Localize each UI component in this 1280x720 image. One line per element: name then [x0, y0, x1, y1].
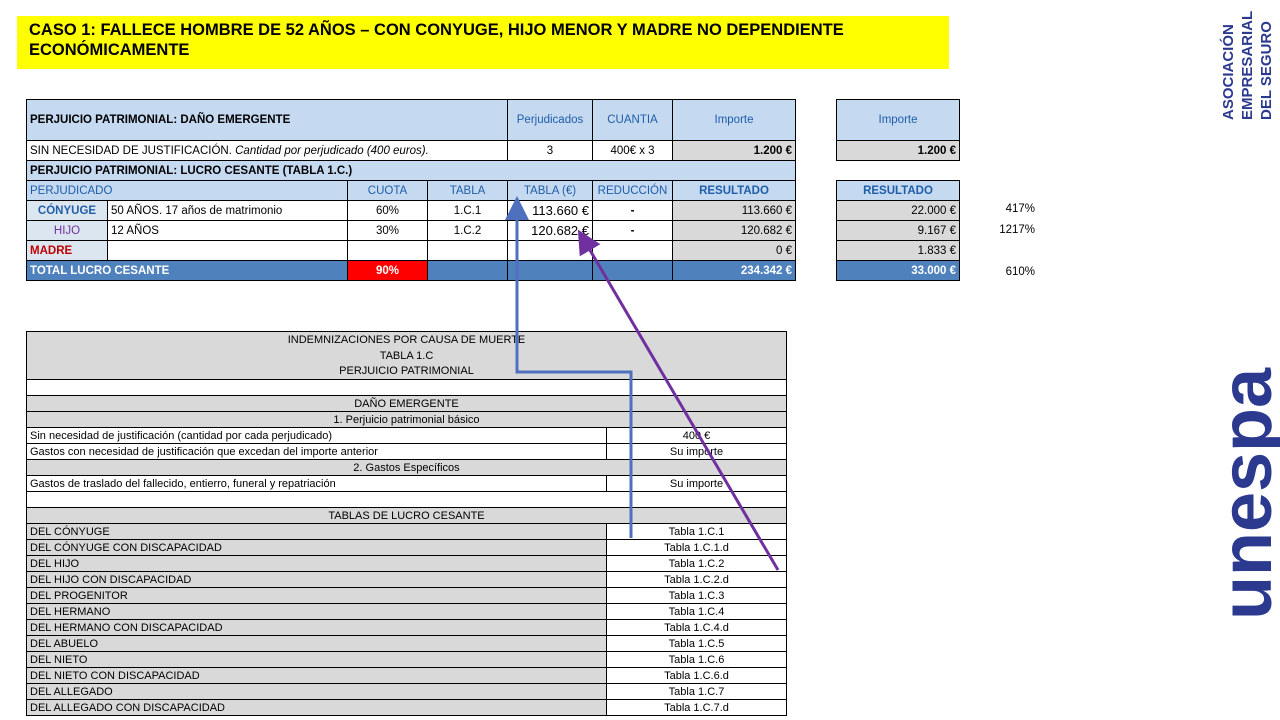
- ref-lucro-label-1: DEL CÓNYUGE CON DISCAPACIDAD: [26, 539, 607, 556]
- pct-hijo: 1217%: [999, 224, 1035, 236]
- conyuge-resultado2: 22.000 €: [836, 200, 960, 221]
- tabla-eur-col: TABLA (€): [507, 180, 593, 201]
- perjuicio-table: PERJUICIO PATRIMONIAL: DAÑO EMERGENTE Pe…: [26, 99, 960, 281]
- ref-lucro-value-6: Tabla 1.C.4.d: [606, 619, 787, 636]
- ref-lucro-value-3: Tabla 1.C.2.d: [606, 571, 787, 588]
- total-resultado2: 33.000 €: [836, 260, 960, 281]
- ref-lucro-label-7: DEL ABUELO: [26, 635, 607, 652]
- madre-cuota: [347, 240, 428, 261]
- hijo-tabla: 1.C.2: [427, 220, 508, 241]
- importe-header: Importe: [672, 99, 796, 141]
- conyuge-desc: 50 AÑOS. 17 años de matrimonio: [107, 200, 348, 221]
- cuantia-header: CUANTIA: [592, 99, 673, 141]
- ref-basico-label-0: Sin necesidad de justificación (cantidad…: [26, 427, 607, 444]
- total-cuota: 90%: [347, 260, 428, 281]
- ref-lucro-value-4: Tabla 1.C.3: [606, 587, 787, 604]
- ref-lucro-value-5: Tabla 1.C.4: [606, 603, 787, 620]
- conyuge-tabla-eur: 113.660 €: [507, 200, 593, 221]
- dano-row-label-italic: Cantidad por perjudicado (400 euros).: [235, 144, 429, 157]
- ref-especificos-value-0: Su importe: [606, 475, 787, 492]
- conyuge-reduccion: -: [592, 200, 673, 221]
- madre-resultado: 0 €: [672, 240, 796, 261]
- importe2-header: Importe: [836, 99, 960, 141]
- dano-cuantia-value: 400€ x 3: [592, 140, 673, 161]
- conyuge-resultado: 113.660 €: [672, 200, 796, 221]
- conyuge-cuota: 60%: [347, 200, 428, 221]
- page-title: CASO 1: FALLECE HOMBRE DE 52 AÑOS – CON …: [17, 16, 949, 69]
- ref-lucro-value-11: Tabla 1.C.7.d: [606, 699, 787, 716]
- logo-line2: EMPRESARIAL: [1239, 11, 1256, 120]
- ref-lucro-value-7: Tabla 1.C.5: [606, 635, 787, 652]
- hijo-resultado2: 9.167 €: [836, 220, 960, 241]
- ref-basico-value-1: Su importe: [606, 443, 787, 460]
- ref-lucro-label-5: DEL HERMANO: [26, 603, 607, 620]
- ref-lucro-label-10: DEL ALLEGADO: [26, 683, 607, 700]
- ref-lucro-value-10: Tabla 1.C.7: [606, 683, 787, 700]
- ref-dano-header: DAÑO EMERGENTE: [26, 395, 787, 412]
- dano-row-label-text: SIN NECESIDAD DE JUSTIFICACIÓN.: [30, 144, 232, 157]
- ref-lucro-value-1: Tabla 1.C.1.d: [606, 539, 787, 556]
- ref-lucro-value-2: Tabla 1.C.2: [606, 555, 787, 572]
- dano-header-cell: PERJUICIO PATRIMONIAL: DAÑO EMERGENTE: [26, 99, 508, 141]
- ref-lucro-label-2: DEL HIJO: [26, 555, 607, 572]
- tabla-col: TABLA: [427, 180, 508, 201]
- ref-spacer2: [26, 491, 787, 508]
- logo-brand: unespa: [1215, 367, 1280, 620]
- unespa-logo: unespa ASOCIACIÓN EMPRESARIAL DEL SEGURO: [1215, 11, 1280, 620]
- pct-conyuge: 417%: [1005, 203, 1035, 215]
- hijo-desc: 12 AÑOS: [107, 220, 348, 241]
- dano-importe-value: 1.200 €: [672, 140, 796, 161]
- hijo-cuota: 30%: [347, 220, 428, 241]
- ref-spacer: [26, 379, 787, 396]
- dano-row-label: SIN NECESIDAD DE JUSTIFICACIÓN. Cantidad…: [26, 140, 508, 161]
- conyuge-tabla: 1.C.1: [427, 200, 508, 221]
- logo-line3: DEL SEGURO: [1258, 21, 1275, 120]
- perjudicados-header: Perjudicados: [507, 99, 593, 141]
- ref-lucro-label-4: DEL PROGENITOR: [26, 587, 607, 604]
- ref-lucro-value-8: Tabla 1.C.6: [606, 651, 787, 668]
- madre-tabla: [427, 240, 508, 261]
- hijo-label: HIJO: [26, 220, 108, 241]
- ref-basico-label-1: Gastos con necesidad de justificación qu…: [26, 443, 607, 460]
- resultado-col: RESULTADO: [672, 180, 796, 201]
- reference-table: INDEMNIZACIONES POR CAUSA DE MUERTE TABL…: [26, 331, 787, 716]
- madre-label: MADRE: [26, 240, 108, 261]
- resultado2-col: RESULTADO: [836, 180, 960, 201]
- ref-lucro-value-0: Tabla 1.C.1: [606, 523, 787, 540]
- hijo-resultado: 120.682 €: [672, 220, 796, 241]
- ref-title1: INDEMNIZACIONES POR CAUSA DE MUERTE: [26, 331, 787, 348]
- total-resultado: 234.342 €: [672, 260, 796, 281]
- cuota-col: CUOTA: [347, 180, 428, 201]
- hijo-reduccion: -: [592, 220, 673, 241]
- ref-lucro-label-6: DEL HERMANO CON DISCAPACIDAD: [26, 619, 607, 636]
- madre-resultado2: 1.833 €: [836, 240, 960, 261]
- ref-title2: TABLA 1.C: [26, 347, 787, 364]
- ref-lucro-value-9: Tabla 1.C.6.d: [606, 667, 787, 684]
- ref-lucro-label-0: DEL CÓNYUGE: [26, 523, 607, 540]
- ref-lucro-label-8: DEL NIETO: [26, 651, 607, 668]
- dano-importe2-value: 1.200 €: [836, 140, 960, 161]
- ref-basico-header: 1. Perjuicio patrimonial básico: [26, 411, 787, 428]
- madre-desc: [107, 240, 348, 261]
- madre-reduccion: [592, 240, 673, 261]
- lucro-header: PERJUICIO PATRIMONIAL: LUCRO CESANTE (TA…: [26, 160, 796, 181]
- conyuge-label: CÓNYUGE: [26, 200, 108, 221]
- dano-perjudicados-value: 3: [507, 140, 593, 161]
- logo-line1: ASOCIACIÓN: [1219, 24, 1237, 120]
- ref-lucro-header: TABLAS DE LUCRO CESANTE: [26, 507, 787, 524]
- ref-lucro-label-9: DEL NIETO CON DISCAPACIDAD: [26, 667, 607, 684]
- ref-especificos-header: 2. Gastos Específicos: [26, 459, 787, 476]
- reduccion-col: REDUCCIÓN: [592, 180, 673, 201]
- perjudicado-col: PERJUDICADO: [26, 180, 348, 201]
- ref-lucro-label-3: DEL HIJO CON DISCAPACIDAD: [26, 571, 607, 588]
- ref-lucro-label-11: DEL ALLEGADO CON DISCAPACIDAD: [26, 699, 607, 716]
- hijo-tabla-eur: 120.682 €: [507, 220, 593, 241]
- pct-total: 610%: [1005, 266, 1035, 278]
- total-label: TOTAL LUCRO CESANTE: [26, 260, 348, 281]
- ref-basico-value-0: 400 €: [606, 427, 787, 444]
- madre-tabla-eur: [507, 240, 593, 261]
- ref-title3: PERJUICIO PATRIMONIAL: [26, 363, 787, 380]
- ref-especificos-label-0: Gastos de traslado del fallecido, entier…: [26, 475, 607, 492]
